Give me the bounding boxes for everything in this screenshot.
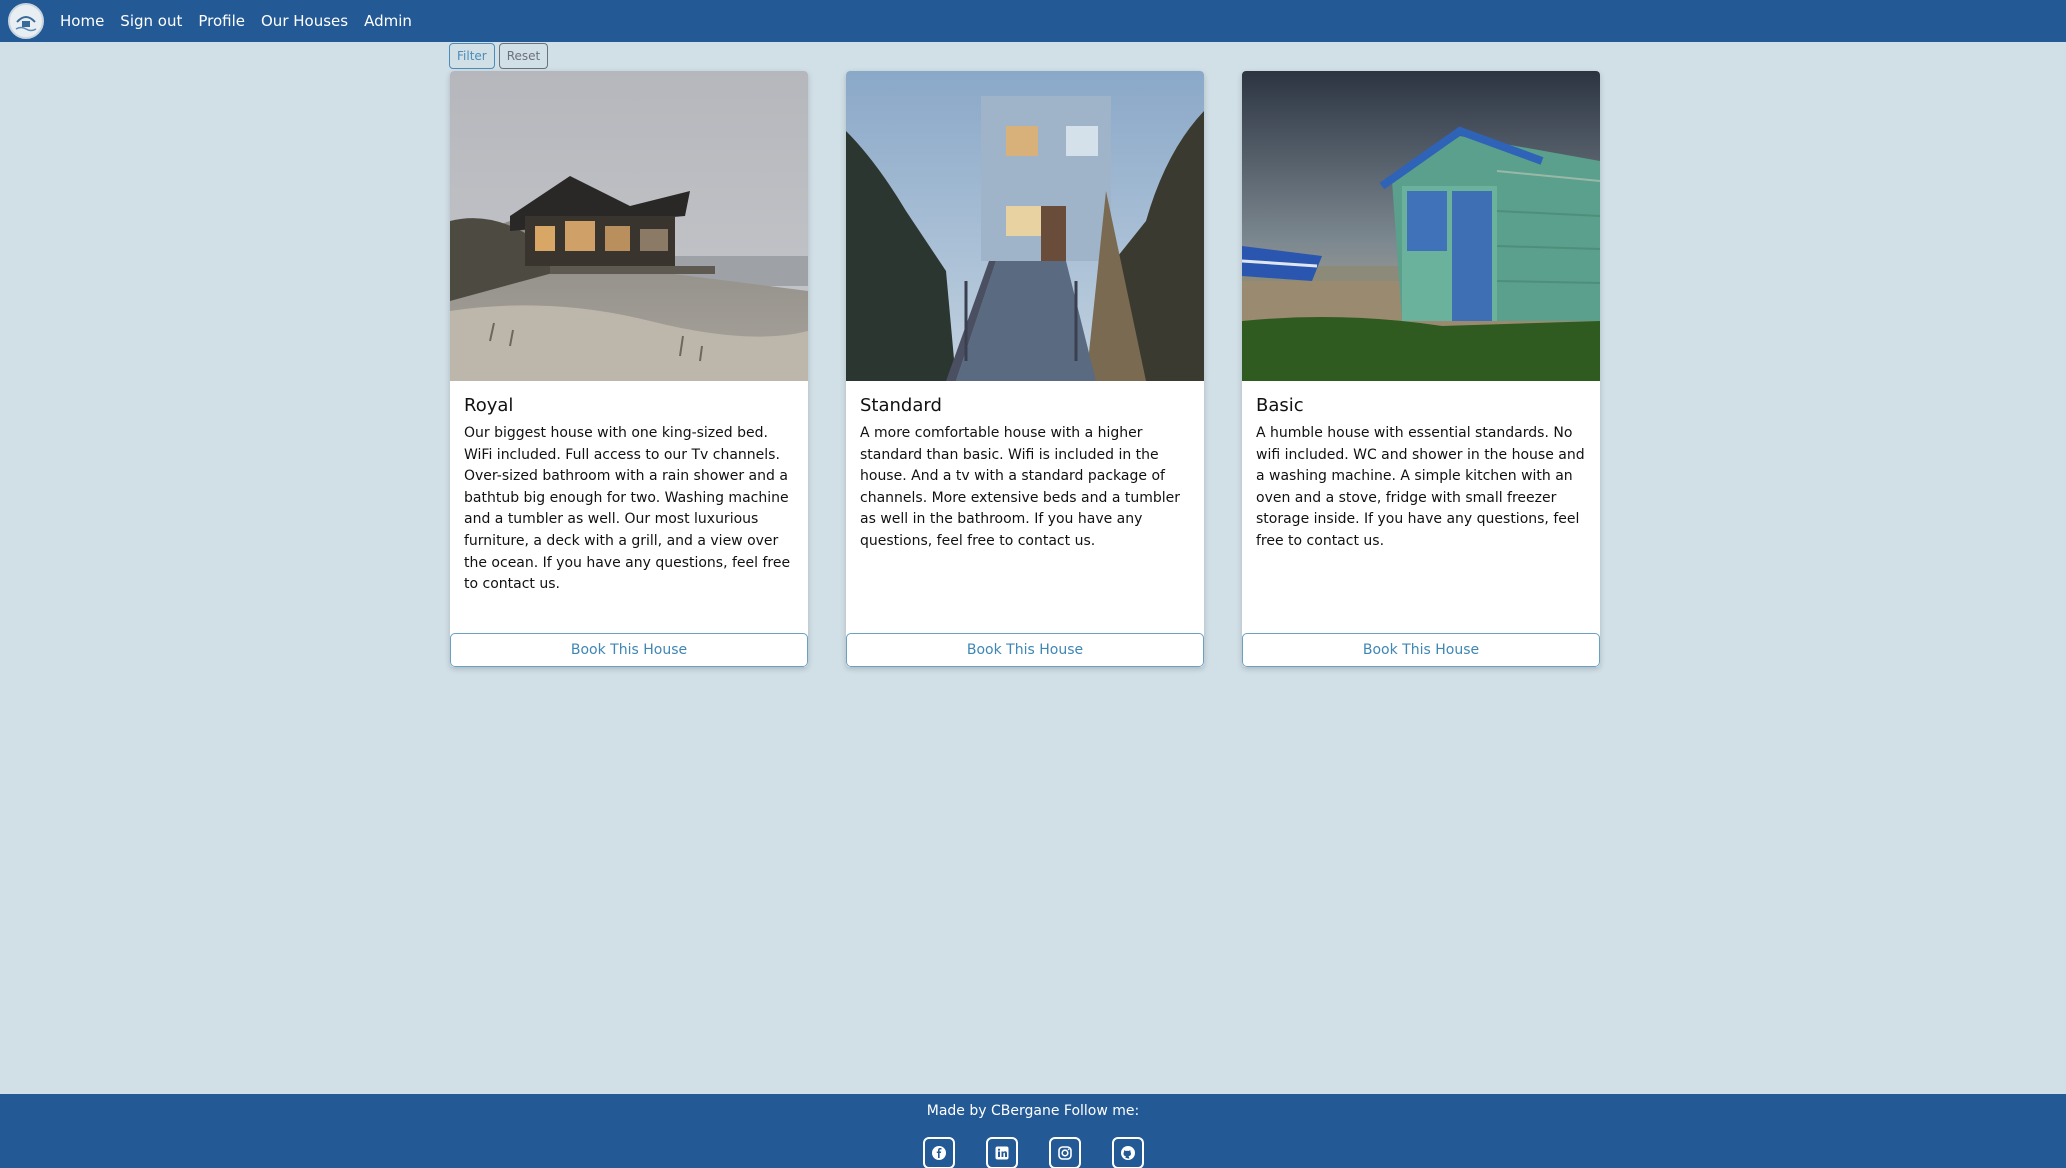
nav-link-sign-out[interactable]: Sign out xyxy=(120,12,182,30)
book-house-button[interactable]: Book This House xyxy=(1242,633,1600,667)
house-card-royal: Royal Our biggest house with one king-si… xyxy=(450,71,808,667)
linkedin-icon[interactable] xyxy=(985,1137,1018,1168)
reset-button[interactable]: Reset xyxy=(498,43,549,69)
beach-house-logo-icon[interactable] xyxy=(8,3,44,39)
nav-link-home[interactable]: Home xyxy=(60,12,104,30)
nav-link-our-houses[interactable]: Our Houses xyxy=(261,12,348,30)
nav-link-profile[interactable]: Profile xyxy=(198,12,245,30)
house-description: Our biggest house with one king-sized be… xyxy=(464,425,791,593)
facebook-icon[interactable] xyxy=(922,1137,955,1168)
house-description: A humble house with essential standards.… xyxy=(1256,425,1585,549)
house-card-basic: Basic A humble house with essential stan… xyxy=(1242,71,1600,667)
filter-bar: Filter Reset xyxy=(449,43,549,69)
house-description: A more comfortable house with a higher s… xyxy=(860,425,1181,549)
instagram-icon[interactable] xyxy=(1048,1137,1081,1168)
github-icon[interactable] xyxy=(1111,1137,1144,1168)
house-card-standard: Standard A more comfortable house with a… xyxy=(846,71,1204,667)
book-house-button[interactable]: Book This House xyxy=(450,633,808,667)
house-card-list: Royal Our biggest house with one king-si… xyxy=(450,71,1600,667)
basic-house-image xyxy=(1242,71,1600,381)
royal-house-image xyxy=(450,71,808,381)
house-title: Standard xyxy=(860,395,942,416)
book-house-button[interactable]: Book This House xyxy=(846,633,1204,667)
page-footer: Made by CBergane Follow me: xyxy=(0,1094,2066,1168)
house-title: Basic xyxy=(1256,395,1304,416)
standard-house-image xyxy=(846,71,1204,381)
house-title: Royal xyxy=(464,395,514,416)
footer-credit: Made by CBergane Follow me: xyxy=(926,1103,1140,1119)
nav-link-admin[interactable]: Admin xyxy=(364,12,412,30)
filter-button[interactable]: Filter xyxy=(449,43,495,69)
top-navbar: Home Sign out Profile Our Houses Admin xyxy=(0,0,2066,42)
social-links xyxy=(0,1137,2066,1168)
